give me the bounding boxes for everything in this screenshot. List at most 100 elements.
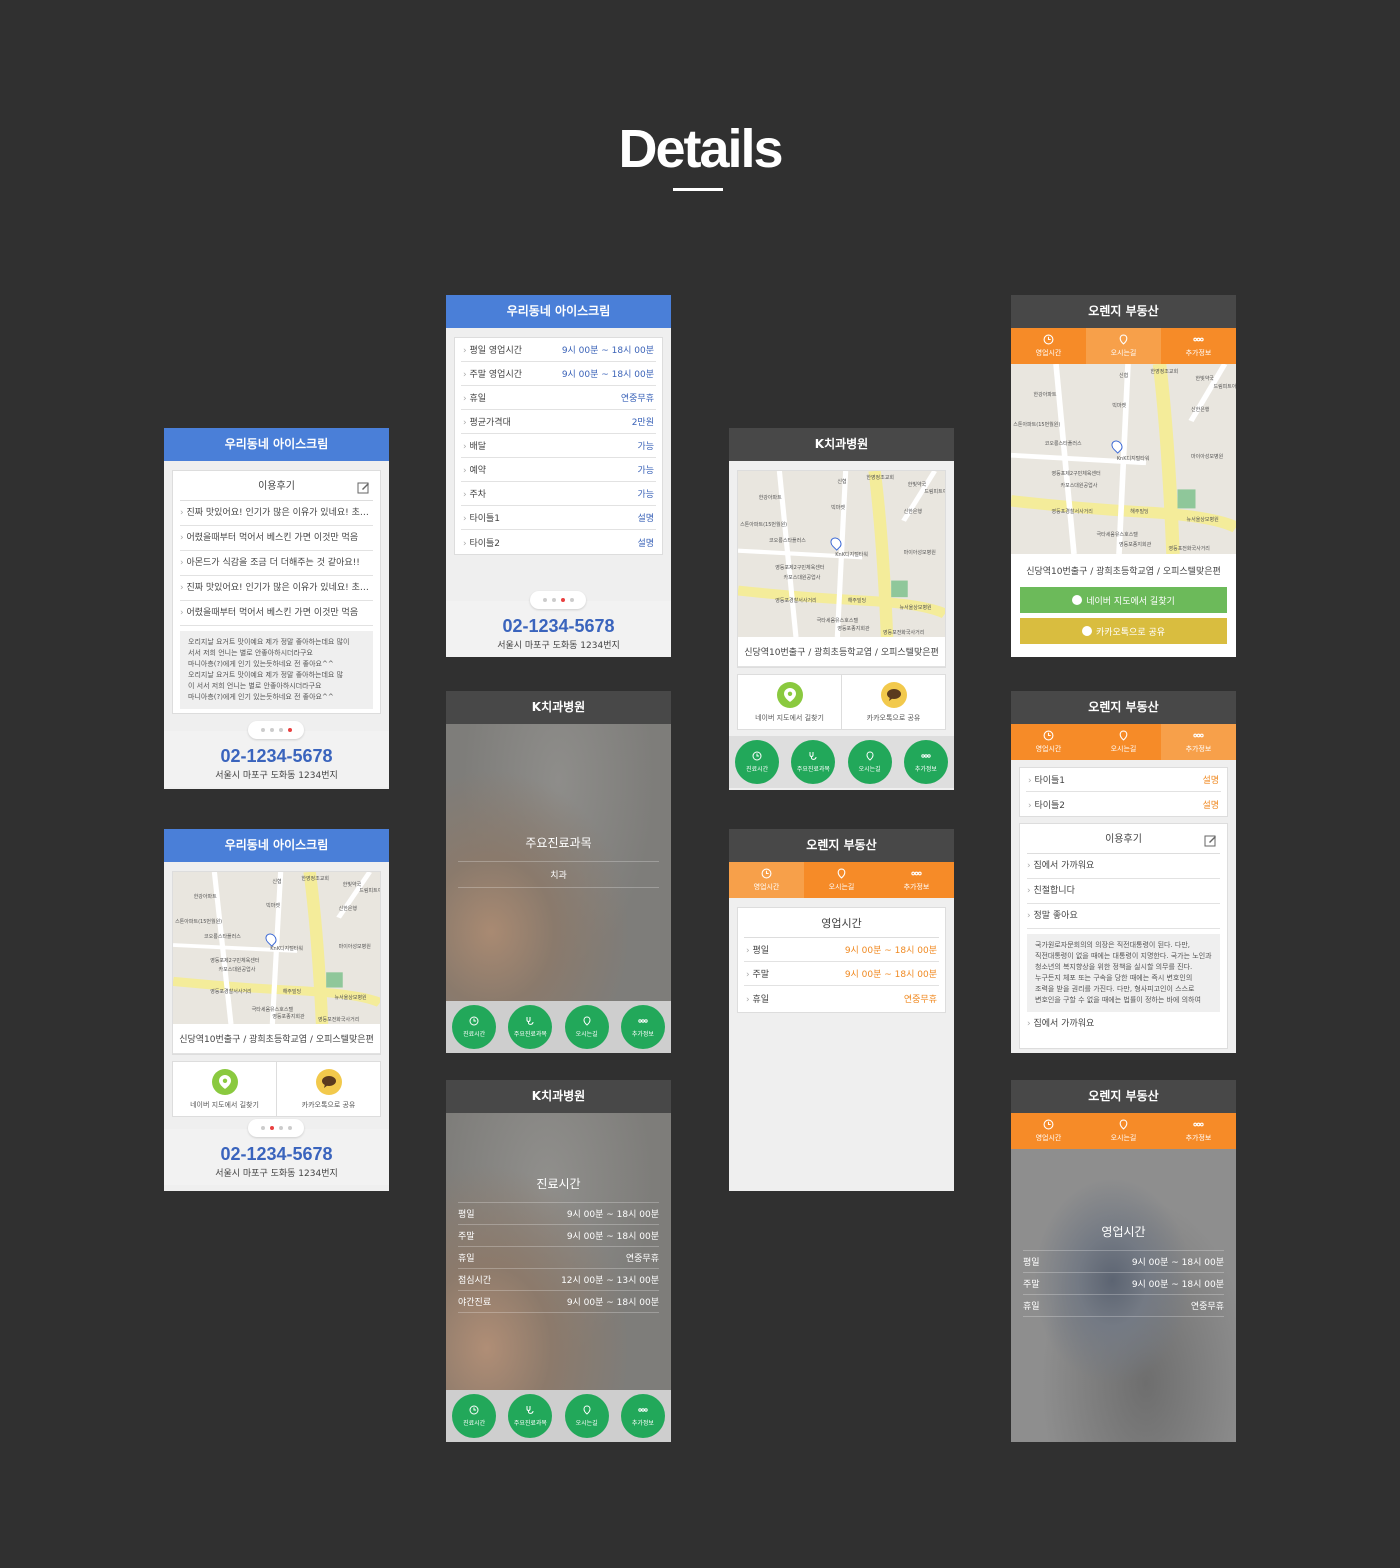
map-label: 극타세움유스호스텔 <box>251 1006 294 1013</box>
review-item[interactable]: 집에서 가까워요 <box>1027 854 1220 879</box>
realty-hours-screen: 오렌지 부동산 영업시간 오시는길 추가정보 영업시간 평일9시 00분 ~ 1… <box>729 829 954 1191</box>
kakao-share-button[interactable]: 카카오톡으로 공유 <box>842 675 945 729</box>
naver-map-label: 네이버 지도에서 길찾기 <box>755 713 824 722</box>
map-label: 한영정조교회 <box>866 475 894 482</box>
map-label: 극타세움유스호스텔 <box>816 618 859 625</box>
tab-hours[interactable]: 영업시간 <box>729 862 804 898</box>
page-indicator[interactable] <box>248 1119 304 1137</box>
review-panel: 이용후기 집에서 가까워요 친절합니다 정말 좋아요 국가원로자문회의의 의장은… <box>1019 823 1228 1049</box>
contact-footer: 02-1234-5678 서울시 마포구 도화동 1234번지 <box>164 721 389 787</box>
phone-number[interactable]: 02-1234-5678 <box>164 1145 389 1163</box>
tab-more-info[interactable]: 추가정보 <box>1161 328 1236 364</box>
review-line: 오리지날 요거트 맛이예요 제가 정말 좋아하는데요 많이 <box>188 638 350 646</box>
hours-button[interactable]: 진료시간 <box>735 740 780 784</box>
clock-icon <box>469 1016 479 1026</box>
review-item[interactable]: 어렸을때부터 먹어서 베스킨 가면 이것만 먹음 <box>180 601 373 626</box>
tab-bar: 영업시간 오시는길 추가정보 <box>729 862 954 898</box>
directions-button[interactable]: 오시는길 <box>847 740 892 784</box>
review-line: 오리지날 요거트 맛이예요 제가 정말 좋아하는데요 많 <box>188 671 344 679</box>
hours-row: 휴일연중무휴 <box>458 1247 659 1269</box>
map-label: 영등포제2구민체육센터 <box>210 958 260 965</box>
location-map[interactable]: 신협한영정조교회한빛약국한강아파트빅마켓신한은행드림피트아파트스톤아파트(15번… <box>173 872 380 1024</box>
subjects-button[interactable]: 주요진료과목 <box>508 1394 553 1438</box>
stethoscope-icon <box>526 1017 534 1025</box>
map-label: 뉴서울상모병원 <box>334 994 367 1001</box>
tab-directions[interactable]: 오시는길 <box>1086 328 1161 364</box>
tab-hours[interactable]: 영업시간 <box>1011 328 1086 364</box>
hours-row: 평일9시 00분 ~ 18시 00분 <box>744 938 939 962</box>
more-icon <box>911 871 922 876</box>
tab-hours[interactable]: 영업시간 <box>1011 1113 1086 1149</box>
map-label: 빅마켓 <box>266 903 280 910</box>
map-label: 코오롱스타플러스 <box>1044 441 1082 447</box>
tab-bar: 영업시간 오시는길 추가정보 <box>1011 1113 1236 1149</box>
edit-icon[interactable] <box>1204 834 1217 847</box>
review-line: 조력을 받을 권리를 가진다. 다만, 형사피고인이 스스로 <box>1035 985 1195 993</box>
more-info-button[interactable]: 추가정보 <box>620 1005 665 1049</box>
edit-icon[interactable] <box>357 481 370 494</box>
map-label: 한영정조교회 <box>301 876 329 883</box>
page-indicator[interactable] <box>530 591 586 609</box>
directions-button[interactable]: 오시는길 <box>564 1005 609 1049</box>
info-row: 타이틀2설명 <box>1026 792 1221 816</box>
map-label: KnK디지털타워 <box>1116 456 1150 463</box>
subjects-button[interactable]: 주요진료과목 <box>508 1005 553 1049</box>
tab-more-info[interactable]: 추가정보 <box>1161 724 1236 760</box>
directions-button[interactable]: 오시는길 <box>564 1394 609 1438</box>
phone-number[interactable]: 02-1234-5678 <box>446 617 671 635</box>
overlay-title: 진료시간 <box>458 1175 659 1203</box>
map-label: 영등포종지회관 <box>272 1014 305 1021</box>
map-label: 신한은행 <box>1191 406 1210 413</box>
review-item[interactable]: 진짜 맛있어요! 인기가 많은 이유가 있네요! 초코... <box>180 576 373 601</box>
more-info-button[interactable]: 추가정보 <box>620 1394 665 1438</box>
review-item[interactable]: 정말 좋아요 <box>1027 904 1220 929</box>
hours-button[interactable]: 진료시간 <box>452 1394 497 1438</box>
naver-map-button[interactable]: 네이버 지도에서 길찾기 <box>738 675 842 729</box>
map-label: 한강아파트 <box>193 894 217 901</box>
screen-title: 우리동네 아이스크림 <box>164 428 389 461</box>
map-pin-icon <box>837 868 846 879</box>
kakao-share-label: 카카오톡으로 공유 <box>866 713 921 722</box>
tab-directions[interactable]: 오시는길 <box>1086 1113 1161 1149</box>
map-label: 해주빌딩 <box>282 988 302 995</box>
map-label: 영등포전화국사거리 <box>1168 545 1210 552</box>
subjects-button[interactable]: 주요진료과목 <box>791 740 836 784</box>
screen-title: 오렌지 부동산 <box>1011 691 1236 724</box>
more-info-button[interactable]: 추가정보 <box>903 740 948 784</box>
tab-more-info[interactable]: 추가정보 <box>879 862 954 898</box>
realty-info-screen: 오렌지 부동산 영업시간 오시는길 추가정보 타이틀1설명 타이틀2설명 이용후… <box>1011 691 1236 1053</box>
review-line: 청소년의 복지향상을 위한 정책을 실시할 의무를 진다. <box>1035 963 1193 971</box>
kakao-share-button[interactable]: 카카오톡으로 공유 <box>277 1062 380 1116</box>
map-label: 빅마켓 <box>831 505 845 512</box>
map-label: 마이아성모병원 <box>1191 454 1224 461</box>
review-item[interactable]: 어렸을때부터 먹어서 베스킨 가면 이것만 먹음 <box>180 526 373 551</box>
phone-number[interactable]: 02-1234-5678 <box>164 747 389 765</box>
map-address: 신당역10번출구 / 광희초등학교엽 / 오피스텔맞은편 <box>738 637 945 667</box>
location-map[interactable]: 신협한영정조교회한빛약국한강아파트빅마켓신한은행드림피트아파트스톤아파트(15번… <box>1011 364 1236 554</box>
hours-button[interactable]: 진료시간 <box>452 1005 497 1049</box>
tab-more-info[interactable]: 추가정보 <box>1161 1113 1236 1149</box>
naver-map-label: 네이버 지도에서 길찾기 <box>190 1100 259 1109</box>
map-label: 뉴서울상모병원 <box>899 604 932 611</box>
page-indicator[interactable] <box>248 721 304 739</box>
review-item[interactable]: 아몬드가 식감을 조금 더 더해주는 것 같아요!! <box>180 551 373 576</box>
map-label: 코오롱스타플러스 <box>769 538 806 545</box>
tab-hours[interactable]: 영업시간 <box>1011 724 1086 760</box>
review-item[interactable]: 진짜 맛있어요! 인기가 많은 이유가 있네요! 초코... <box>180 501 373 526</box>
tab-directions[interactable]: 오시는길 <box>1086 724 1161 760</box>
action-bar: 진료시간 주요진료과목 오시는길 추가정보 <box>446 1001 671 1053</box>
naver-map-button[interactable]: 네이버 지도에서 길찾기 <box>1020 587 1227 613</box>
review-title: 이용후기 <box>180 471 373 501</box>
clock-icon <box>752 751 762 761</box>
naver-map-button[interactable]: 네이버 지도에서 길찾기 <box>173 1062 277 1116</box>
kakao-share-button[interactable]: 카카오톡으로 공유 <box>1020 618 1227 644</box>
tab-directions[interactable]: 오시는길 <box>804 862 879 898</box>
more-icon <box>1193 1122 1204 1127</box>
map-pin-icon <box>776 681 803 708</box>
location-map[interactable]: 신협한영정조교회한빛약국한강아파트빅마켓신한은행드림피트아파트스톤아파트(15번… <box>738 471 945 637</box>
map-label: 극타세움유스호스텔 <box>1096 532 1138 539</box>
map-label: 영등포경찰서사거리 <box>210 988 252 995</box>
review-item[interactable]: 집에서 가까워요 <box>1027 1012 1220 1037</box>
map-label: 한강아파트 <box>758 495 782 502</box>
review-item[interactable]: 친절합니다 <box>1027 879 1220 904</box>
